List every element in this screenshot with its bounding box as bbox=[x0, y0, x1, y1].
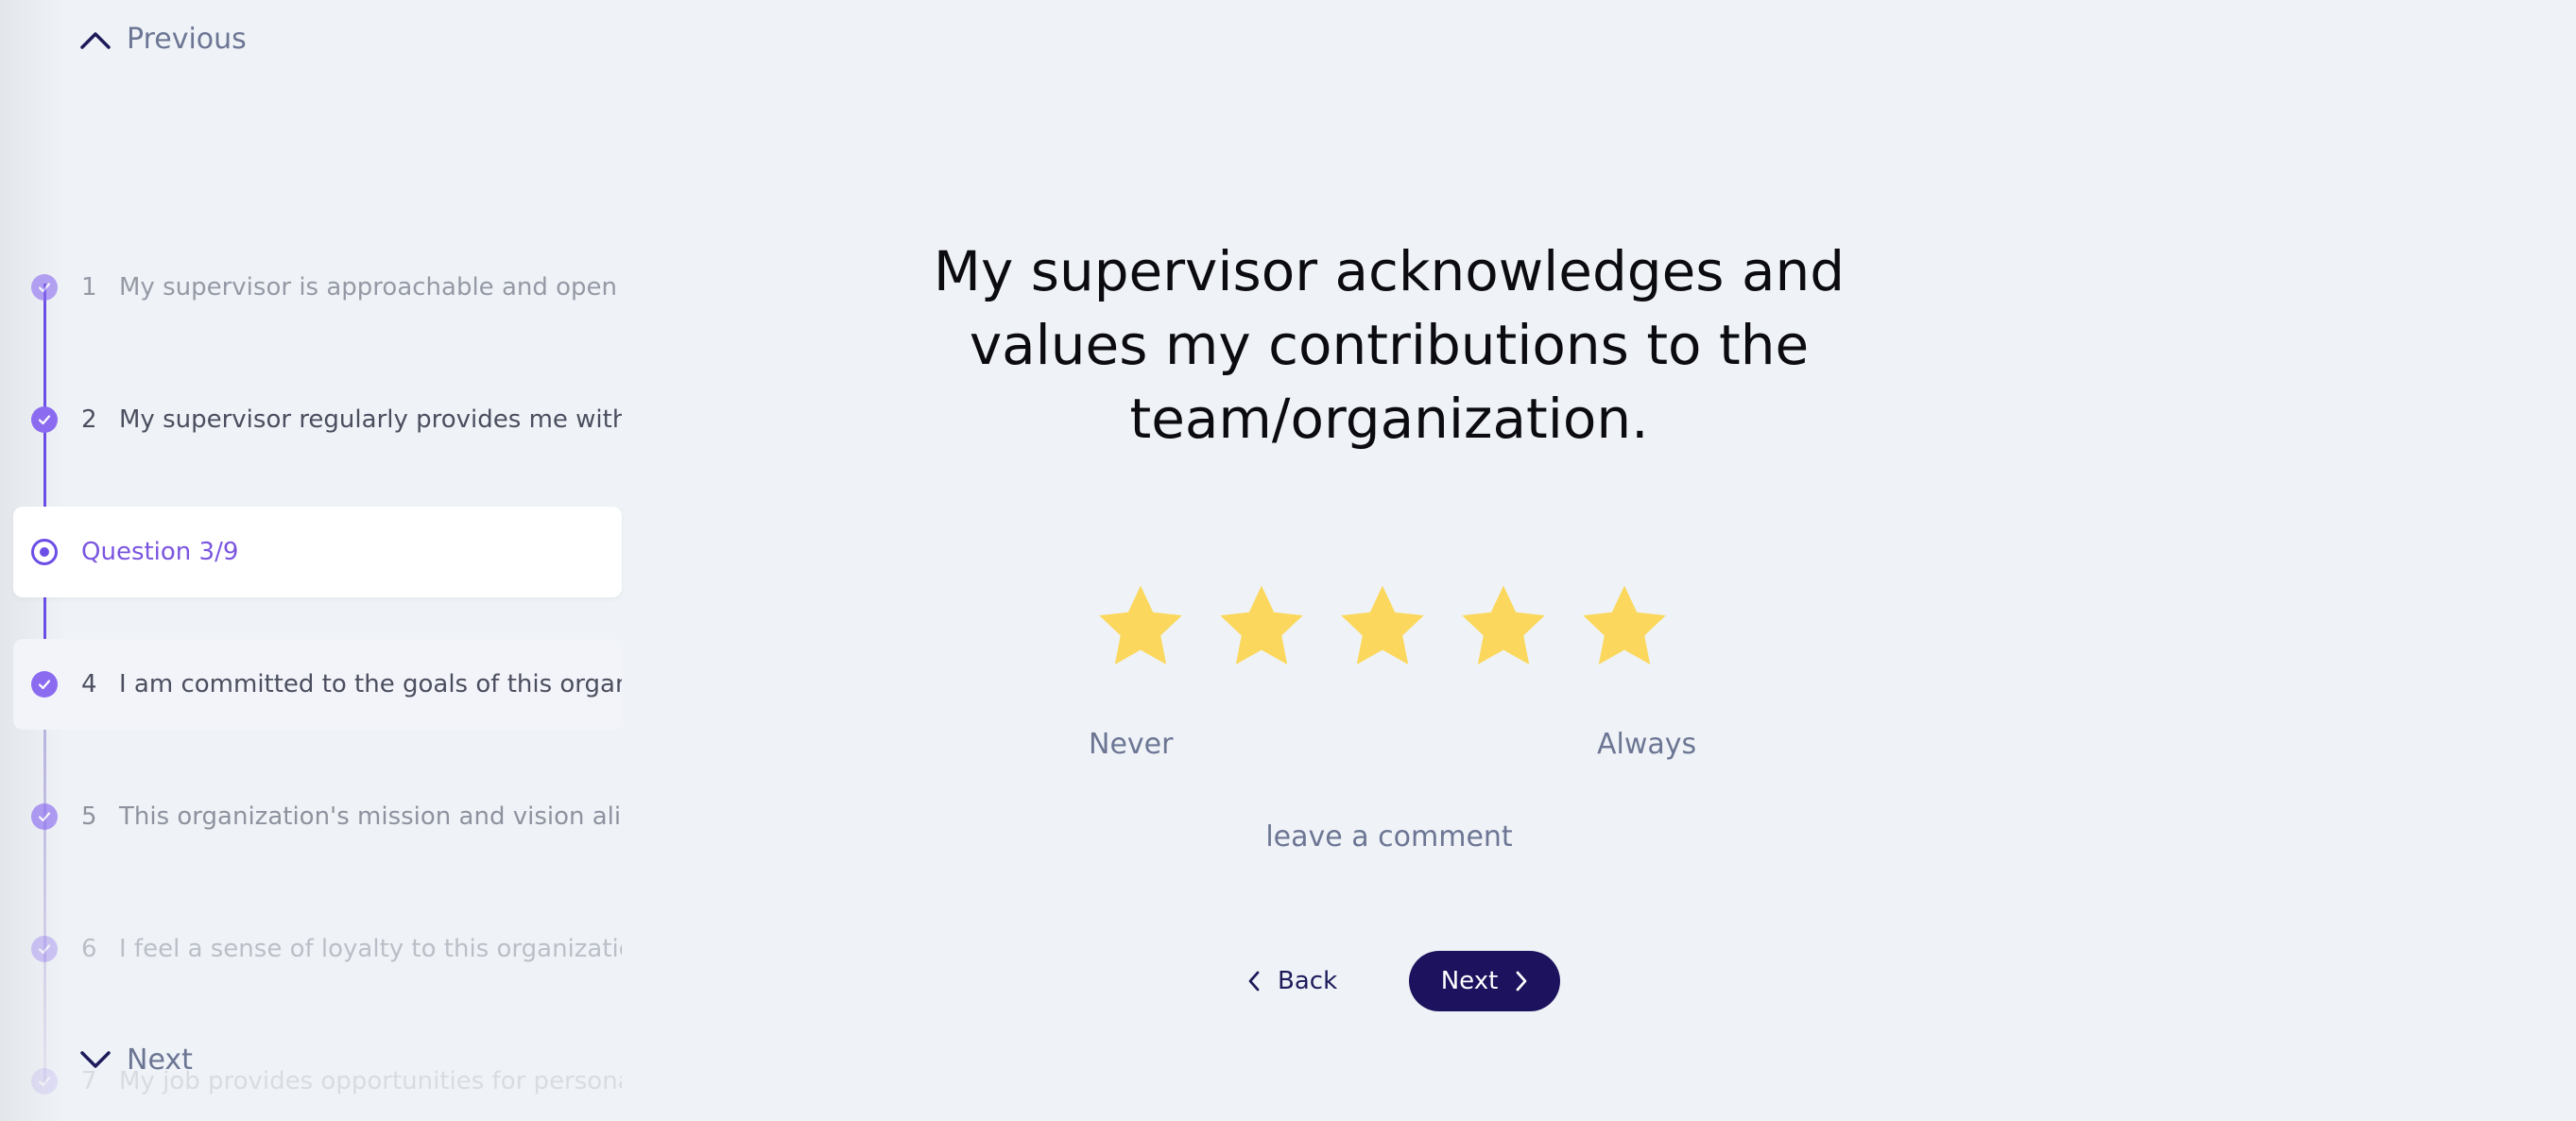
survey-page: 1 My supervisor is approachable and open… bbox=[0, 0, 2576, 1121]
star-icon-5[interactable] bbox=[1576, 578, 1673, 675]
question-number: 6 bbox=[81, 935, 97, 963]
check-icon bbox=[31, 803, 58, 830]
question-title: My supervisor acknowledges and values my… bbox=[933, 239, 1846, 451]
star-icon-4[interactable] bbox=[1455, 578, 1552, 675]
question-text: My supervisor is approachable and open t… bbox=[119, 273, 622, 302]
check-icon bbox=[31, 936, 58, 962]
chevron-left-icon bbox=[1248, 971, 1260, 992]
question-number: 5 bbox=[81, 802, 97, 831]
check-icon bbox=[31, 671, 58, 698]
question-list-item-2[interactable]: 2 My supervisor regularly provides me wi… bbox=[13, 374, 622, 465]
chevron-up-icon bbox=[80, 31, 111, 49]
question-text: I feel a sense of loyalty to this organi… bbox=[119, 935, 622, 963]
check-icon bbox=[31, 1068, 58, 1095]
next-question-link[interactable]: Next bbox=[79, 1043, 193, 1077]
question-text: My supervisor regularly provides me with… bbox=[119, 405, 622, 434]
question-text: This organization's mission and vision a… bbox=[119, 802, 622, 831]
next-label: Next bbox=[127, 1043, 193, 1077]
star-rating bbox=[1092, 578, 1673, 675]
chevron-right-icon bbox=[1516, 971, 1527, 992]
previous-question-link[interactable]: Previous bbox=[79, 23, 247, 56]
next-button[interactable]: Next bbox=[1409, 951, 1560, 1011]
current-question-indicator-icon bbox=[31, 539, 58, 565]
question-number: 4 bbox=[81, 670, 97, 698]
question-number: 1 bbox=[81, 273, 97, 302]
check-icon bbox=[31, 274, 58, 301]
back-button-label: Back bbox=[1278, 967, 1338, 995]
question-list-item-1[interactable]: 1 My supervisor is approachable and open… bbox=[13, 242, 622, 333]
current-question-label: Question 3/9 bbox=[81, 538, 239, 566]
question-list-item-6[interactable]: 6 I feel a sense of loyalty to this orga… bbox=[13, 904, 622, 994]
chevron-down-icon bbox=[80, 1050, 111, 1068]
question-text: I am committed to the goals of this orga… bbox=[119, 670, 622, 698]
question-list-item-4[interactable]: 4 I am committed to the goals of this or… bbox=[13, 639, 622, 730]
previous-label: Previous bbox=[127, 23, 247, 56]
star-icon-3[interactable] bbox=[1334, 578, 1431, 675]
question-text: My job provides opportunities for person… bbox=[119, 1067, 622, 1095]
question-list-item-5[interactable]: 5 This organization's mission and vision… bbox=[13, 771, 622, 862]
star-icon-1[interactable] bbox=[1092, 578, 1189, 675]
star-icon-2[interactable] bbox=[1213, 578, 1310, 675]
back-button[interactable]: Back bbox=[1238, 951, 1347, 1011]
rating-high-label: Always bbox=[1597, 728, 1697, 761]
question-list-item-current[interactable]: Question 3/9 bbox=[13, 507, 622, 597]
leave-comment-link[interactable]: leave a comment bbox=[1200, 820, 1578, 854]
question-number: 2 bbox=[81, 405, 97, 434]
next-button-label: Next bbox=[1440, 967, 1499, 995]
question-list: 1 My supervisor is approachable and open… bbox=[0, 0, 624, 1121]
rating-low-label: Never bbox=[1089, 728, 1174, 761]
check-icon bbox=[31, 406, 58, 433]
